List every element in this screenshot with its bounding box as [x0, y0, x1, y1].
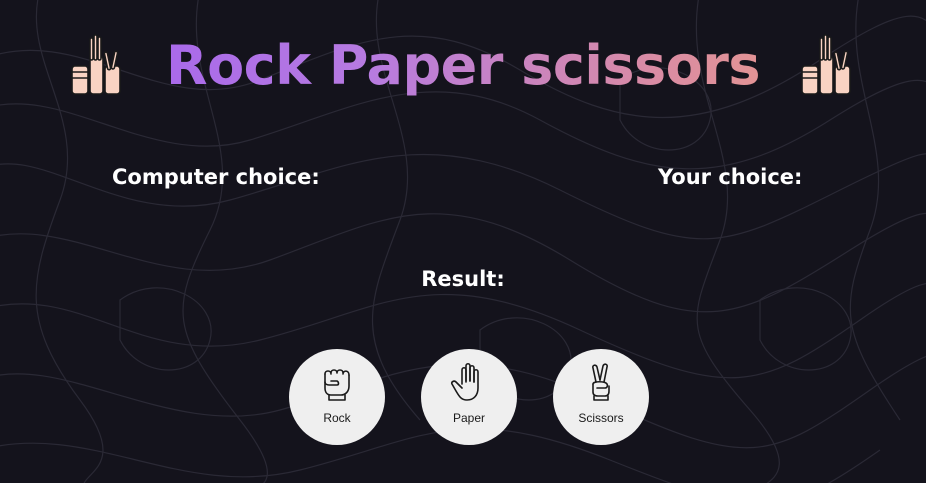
computer-choice-label: Computer choice: — [112, 165, 320, 189]
result-label-text: Result: — [421, 267, 505, 291]
your-choice-label: Your choice: — [658, 165, 802, 189]
rock-label: Rock — [323, 411, 351, 425]
scissors-button[interactable]: Scissors — [553, 349, 649, 445]
scissors-label: Scissors — [578, 411, 624, 425]
page-title: Rock Paper scissors — [0, 26, 926, 106]
raised-hands-emoji-icon — [801, 34, 851, 95]
header: Rock Paper scissors — [0, 26, 926, 106]
peace-hand-icon — [592, 363, 610, 401]
rock-button[interactable]: Rock — [289, 349, 385, 445]
paper-button[interactable]: Paper — [421, 349, 517, 445]
paper-label: Paper — [452, 411, 486, 425]
your-choice-label-text: Your choice: — [658, 165, 803, 189]
computer-choice-label-text: Computer choice: — [112, 165, 320, 189]
fist-icon — [324, 369, 350, 401]
result-label: Result: — [0, 267, 926, 291]
open-hand-icon — [451, 362, 479, 401]
